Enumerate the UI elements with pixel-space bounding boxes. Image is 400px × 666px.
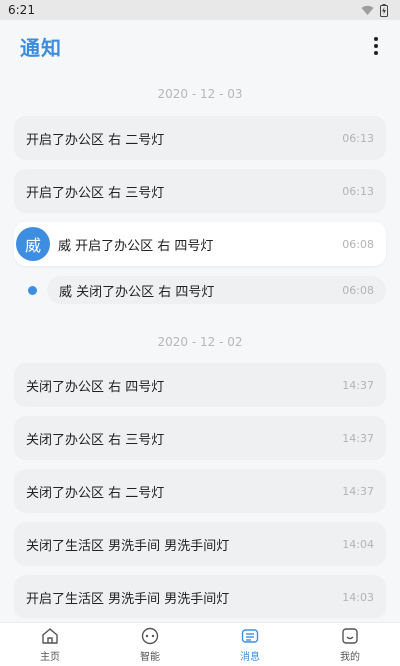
item-text: 开启了办公区 右 二号灯: [26, 132, 165, 148]
item-time: 06:08: [342, 237, 374, 251]
date-header: 2020 - 12 - 02: [157, 335, 243, 349]
item-time: 14:37: [342, 431, 374, 445]
avatar: 威: [16, 227, 50, 261]
item-time: 14:37: [342, 378, 374, 392]
tab-home[interactable]: 主页: [20, 626, 80, 663]
app-bar: 通知: [0, 20, 400, 72]
battery-icon: [380, 3, 388, 17]
tab-message[interactable]: 消息: [220, 626, 280, 663]
item-time: 14:37: [342, 484, 374, 498]
status-bar: 6:21: [0, 0, 400, 20]
item-time: 06:13: [342, 184, 374, 198]
item-text: 关闭了生活区 男洗手间 男洗手间灯: [26, 538, 230, 554]
tab-label: 主页: [40, 652, 60, 663]
list-item[interactable]: 开启了办公区 右 三号灯 06:13: [14, 169, 386, 213]
status-icons: [361, 3, 388, 17]
list-item[interactable]: 关闭了办公区 右 三号灯 14:37: [14, 416, 386, 460]
list-item-selected[interactable]: 威 威 开启了办公区 右 四号灯 06:08: [14, 222, 386, 266]
item-time: 06:13: [342, 131, 374, 145]
tab-smart[interactable]: 智能: [120, 626, 180, 663]
notification-list[interactable]: 2020 - 12 - 03 开启了办公区 右 二号灯 06:13 开启了办公区…: [0, 72, 400, 622]
item-text: 威 开启了办公区 右 四号灯: [58, 238, 214, 254]
item-text: 威 关闭了办公区 右 四号灯: [59, 284, 215, 300]
home-icon: [42, 628, 58, 644]
item-text: 关闭了办公区 右 三号灯: [26, 432, 165, 448]
item-time: 06:08: [342, 283, 374, 297]
item-text: 开启了办公区 右 三号灯: [26, 185, 165, 201]
item-text: 开启了生活区 男洗手间 男洗手间灯: [26, 591, 230, 607]
tab-label: 智能: [140, 652, 160, 663]
item-text: 关闭了办公区 右 四号灯: [26, 379, 165, 395]
item-pill: 威 关闭了办公区 右 四号灯 06:08: [47, 276, 386, 304]
item-text: 关闭了办公区 右 二号灯: [26, 485, 165, 501]
tab-label: 消息: [240, 652, 260, 663]
list-item[interactable]: 开启了生活区 男洗手间 男洗手间灯 14:03: [14, 575, 386, 619]
item-time: 14:04: [342, 537, 374, 551]
tab-profile[interactable]: 我的: [320, 626, 380, 663]
profile-icon: [342, 628, 358, 644]
page-title: 通知: [20, 35, 62, 60]
list-item[interactable]: 关闭了办公区 右 二号灯 14:37: [14, 469, 386, 513]
list-item[interactable]: 开启了办公区 右 二号灯 06:13: [14, 116, 386, 160]
item-time: 14:03: [342, 590, 374, 604]
list-item[interactable]: 威 关闭了办公区 右 四号灯 06:08: [14, 275, 386, 305]
bottom-tab-bar: 主页 智能 消息 我的: [0, 622, 400, 666]
list-item[interactable]: 关闭了办公区 右 四号灯 14:37: [14, 363, 386, 407]
tab-label: 我的: [340, 652, 360, 663]
status-time: 6:21: [8, 3, 35, 17]
more-menu-icon[interactable]: [366, 36, 386, 56]
message-icon: [241, 629, 259, 643]
list-item[interactable]: 关闭了生活区 男洗手间 男洗手间灯 14:04: [14, 522, 386, 566]
wifi-icon: [361, 5, 374, 15]
date-header: 2020 - 12 - 03: [157, 87, 243, 101]
unread-dot-icon: [28, 285, 37, 295]
smart-icon: [141, 627, 159, 645]
